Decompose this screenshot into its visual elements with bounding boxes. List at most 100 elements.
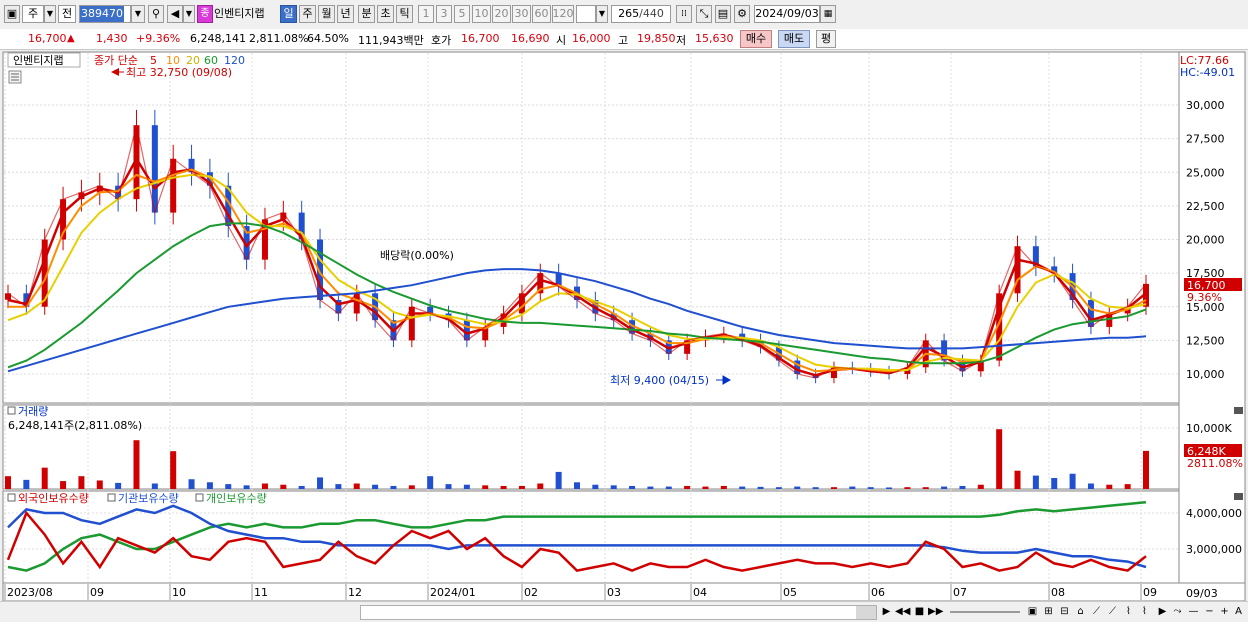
legend-inst-check[interactable] — [107, 493, 116, 502]
draw-line-icon-4[interactable]: ⌇ — [1137, 604, 1152, 619]
chart-tool-icon[interactable]: ▣ — [1025, 604, 1040, 619]
stock-code-input[interactable]: 389470 — [79, 5, 131, 23]
search-icon[interactable]: ⚲ — [148, 5, 164, 23]
volume-bar — [1106, 484, 1113, 489]
quote-info-row: 16,700 ▲ 1,430 +9.36% 6,248,141 2,811.08… — [0, 29, 1248, 50]
volume-bar — [372, 484, 379, 489]
candle-body — [151, 125, 158, 213]
legend-indiv-check[interactable] — [195, 493, 204, 502]
period-week[interactable]: 주 — [299, 5, 316, 23]
eval-button[interactable]: 평 — [816, 30, 836, 48]
scroll-right-icon[interactable]: ▶ — [879, 604, 894, 619]
holding-panel-close-icon[interactable] — [1234, 493, 1243, 500]
volume-bar — [904, 487, 911, 489]
market-select[interactable]: 주 — [22, 5, 44, 23]
volume-panel-check[interactable] — [7, 406, 16, 415]
zoom-out-icon[interactable]: — — [1186, 604, 1201, 619]
gear-icon[interactable]: ⚙ — [734, 5, 750, 23]
volume-bar — [720, 485, 727, 489]
plus-icon[interactable]: + — [1217, 604, 1232, 619]
stock-badge: 종 — [197, 5, 213, 23]
period-minute[interactable]: 분 — [358, 5, 375, 23]
volume-bar — [1124, 484, 1131, 489]
sell-button[interactable]: 매도 — [778, 30, 810, 48]
volume-bar — [317, 477, 324, 489]
volume-bar — [390, 485, 397, 489]
num-60[interactable]: 60 — [532, 5, 551, 23]
volume-bar — [739, 486, 746, 489]
period-month[interactable]: 월 — [318, 5, 335, 23]
zoom-slider[interactable] — [950, 611, 1020, 613]
rewind-icon[interactable]: ◀◀ — [895, 604, 910, 619]
low-note: 최저 9,400 (04/15) — [610, 374, 709, 387]
hc-label: HC:-49.01 — [1180, 66, 1235, 79]
chart-tool-icon-4[interactable]: ⌂ — [1073, 604, 1088, 619]
volume-bar — [500, 485, 507, 489]
num-5[interactable]: 5 — [454, 5, 470, 23]
code-dropdown-icon[interactable]: ▼ — [131, 5, 145, 23]
volume-bar — [78, 476, 85, 489]
volume-bar — [298, 485, 305, 489]
chart-tool-icon-3[interactable]: ⊟ — [1057, 604, 1072, 619]
volume-bar — [188, 479, 195, 489]
num-1[interactable]: 1 — [418, 5, 434, 23]
chart-tool-icon-2[interactable]: ⊞ — [1041, 604, 1056, 619]
count-field[interactable]: 265/440 — [611, 5, 671, 23]
minus-icon[interactable]: − — [1202, 604, 1217, 619]
period-year[interactable]: 년 — [337, 5, 354, 23]
num-120[interactable]: 120 — [552, 5, 574, 23]
draw-line-icon[interactable]: ⟋ — [1089, 604, 1104, 619]
speaker-icon[interactable]: ◀ — [167, 5, 183, 23]
custom-period-input[interactable] — [576, 5, 596, 23]
custom-period-dropdown-icon[interactable]: ▼ — [596, 5, 608, 23]
period-tick[interactable]: 틱 — [396, 5, 413, 23]
calendar-icon[interactable]: ▦ — [820, 5, 836, 23]
period-second[interactable]: 초 — [377, 5, 394, 23]
scrollbar-thumb[interactable] — [856, 606, 876, 619]
volume-bar — [151, 483, 158, 489]
volume-bar — [665, 486, 672, 489]
volume-bar — [445, 484, 452, 489]
scrollbar-track[interactable] — [360, 605, 877, 620]
holding-panel-check[interactable] — [7, 493, 16, 502]
price-change: 1,430 — [96, 32, 128, 45]
volume-bar — [261, 483, 268, 489]
volume-panel-close-icon[interactable] — [1234, 407, 1243, 414]
x-axis-label: 07 — [953, 586, 967, 599]
date-field[interactable]: 2024/09/03 — [754, 5, 820, 23]
period-day[interactable]: 일 — [280, 5, 297, 23]
num-20[interactable]: 20 — [492, 5, 511, 23]
volume-y-tick: 10,000K — [1186, 422, 1232, 435]
x-axis-label: 08 — [1051, 586, 1065, 599]
fast-forward-icon[interactable]: ▶▶ — [928, 604, 943, 619]
draw-line-icon-3[interactable]: ⌇ — [1121, 604, 1136, 619]
grid-icon[interactable]: ⁞⁞ — [676, 5, 692, 23]
font-size-icon[interactable]: A — [1231, 604, 1246, 619]
num-3[interactable]: 3 — [436, 5, 452, 23]
volume-pct: 2,811.08% — [249, 32, 309, 45]
num-30[interactable]: 30 — [512, 5, 531, 23]
volume-bar — [1014, 470, 1021, 489]
save-icon[interactable]: ▤ — [715, 5, 731, 23]
crosshair-icon[interactable]: ⤡ — [696, 5, 712, 23]
speaker-dropdown-icon[interactable]: ▼ — [183, 5, 195, 23]
window-icon[interactable]: ▣ — [4, 5, 20, 23]
x-axis-label: 09 — [1143, 586, 1157, 599]
turnover-rate: 64.50% — [307, 32, 349, 45]
stock-chart[interactable]: 30,00027,50025,00022,50020,00017,50015,0… — [0, 50, 1248, 601]
chevron-down-icon[interactable]: ▼ — [44, 5, 56, 23]
prefix-button[interactable]: 전 — [58, 5, 76, 23]
volume-bar — [610, 485, 617, 489]
volume-panel-title: 거래량 — [18, 405, 48, 418]
x-axis-label: 05 — [783, 586, 797, 599]
volume-bar — [408, 485, 415, 489]
stop-icon[interactable]: ■ — [912, 604, 927, 619]
pan-icon[interactable]: ⤳ — [1170, 604, 1185, 619]
scroll-end-icon[interactable]: ▶ — [1155, 604, 1170, 619]
draw-line-icon-2[interactable]: ⟋ — [1105, 604, 1120, 619]
volume-bar — [886, 487, 893, 489]
buy-button[interactable]: 매수 — [740, 30, 772, 48]
volume-value: 6,248,141 — [190, 32, 246, 45]
num-10[interactable]: 10 — [472, 5, 491, 23]
volume-bar — [463, 484, 470, 489]
